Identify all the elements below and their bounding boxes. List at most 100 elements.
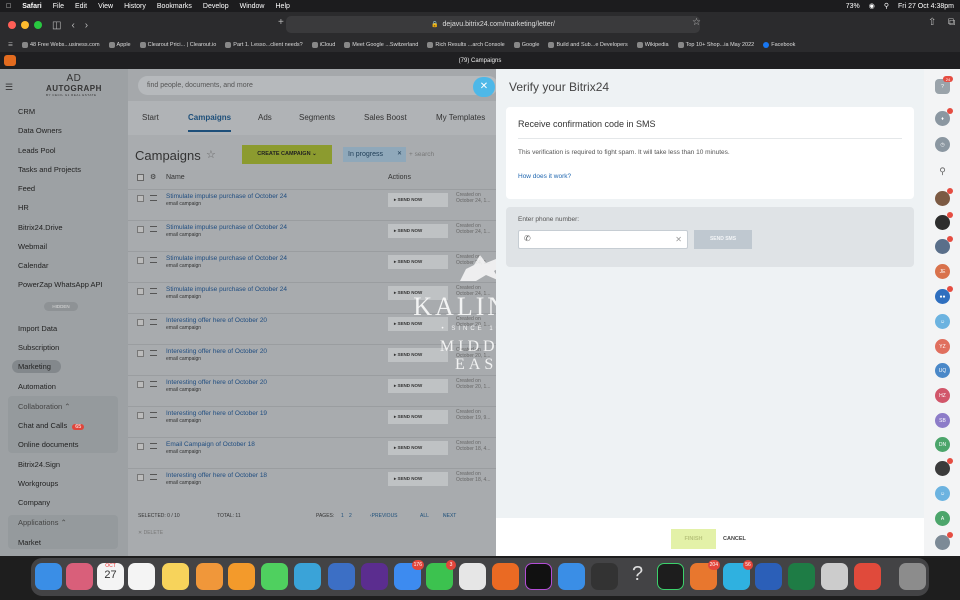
favorite-item[interactable]: Top 10+ Shop...ia May 2022 <box>677 42 754 48</box>
favorite-item[interactable]: iCloud <box>311 42 335 48</box>
zoom-window-button[interactable] <box>34 21 42 29</box>
send-now-button[interactable]: ▸ SEND NOW <box>388 410 448 424</box>
pycharm-icon[interactable] <box>657 563 684 590</box>
preview-icon[interactable] <box>821 563 848 590</box>
row-menu-icon[interactable] <box>150 257 157 263</box>
calendar-icon[interactable]: OCT 27 <box>97 563 124 590</box>
forward-icon[interactable]: › <box>85 20 88 31</box>
contact-avatar[interactable]: HZ <box>935 388 950 403</box>
row-menu-icon[interactable] <box>150 288 157 294</box>
next-page-link[interactable]: NEXT › <box>443 506 456 526</box>
sidebar-item-chat-and-calls[interactable]: Chat and Calls 65 <box>18 421 85 430</box>
contact-avatar[interactable]: JE <box>935 264 950 279</box>
back-icon[interactable]: ‹ <box>71 20 74 31</box>
close-window-button[interactable] <box>8 21 16 29</box>
bitrix24-icon[interactable]: 204 <box>690 560 720 590</box>
row-checkbox[interactable] <box>137 412 144 419</box>
share-icon[interactable]: ⇧ <box>928 17 936 28</box>
row-menu-icon[interactable] <box>150 381 157 387</box>
help-question-icon[interactable]: ? <box>624 563 651 590</box>
clear-icon[interactable]: ✕ <box>675 235 682 244</box>
row-checkbox[interactable] <box>137 226 144 233</box>
campaign-name-link[interactable]: Stimulate impulse purchase of October 24 <box>166 286 287 293</box>
contact-avatar[interactable]: ☺ <box>935 486 950 501</box>
tor-browser-icon[interactable] <box>361 563 388 590</box>
finish-button[interactable]: FINISH <box>671 529 716 549</box>
campaign-name-link[interactable]: Interesting offer here of October 20 <box>166 348 267 355</box>
contact-avatar[interactable]: ☺ <box>935 314 950 329</box>
books-icon[interactable] <box>196 563 223 590</box>
page-2-link[interactable]: 2 <box>349 506 352 526</box>
finder-icon[interactable] <box>35 563 62 590</box>
send-now-button[interactable]: ▸ SEND NOW <box>388 379 448 393</box>
menu-history[interactable]: History <box>124 3 146 10</box>
anydesk-icon[interactable] <box>854 563 881 590</box>
phpstorm-icon[interactable] <box>525 563 552 590</box>
settings-gear-icon[interactable]: ⚙ <box>150 173 156 181</box>
favorite-item[interactable]: Meet Google ...Switzerland <box>344 42 418 48</box>
sidebar-item-hr[interactable]: HR <box>18 203 29 212</box>
tab-start[interactable]: Start <box>142 113 159 122</box>
row-checkbox[interactable] <box>137 288 144 295</box>
favorite-item[interactable]: Facebook <box>763 42 795 48</box>
sidebar-item-calendar[interactable]: Calendar <box>18 261 48 270</box>
contact-avatar[interactable] <box>935 212 953 230</box>
contact-avatar[interactable] <box>935 188 953 206</box>
menu-develop[interactable]: Develop <box>203 3 229 10</box>
global-search-input[interactable]: find people, documents, and more <box>138 76 498 95</box>
how-does-it-work-link[interactable]: How does it work? <box>518 173 571 180</box>
favorites-menu-icon[interactable]: ☰ <box>8 42 13 48</box>
tabs-overview-icon[interactable]: ⧉ <box>948 17 955 28</box>
favorite-item[interactable]: Part 1. Lesso...client needs? <box>225 42 303 48</box>
group-chat-icon[interactable]: ●● <box>935 286 953 304</box>
launchpad-icon[interactable] <box>66 563 93 590</box>
whatsapp-icon[interactable]: 3 <box>426 560 456 590</box>
sidebar-item-subscription[interactable]: Subscription <box>18 343 59 352</box>
tab-campaigns[interactable]: Campaigns <box>188 113 232 132</box>
sidebar-item-import-data[interactable]: Import Data <box>18 324 57 333</box>
row-checkbox[interactable] <box>137 474 144 481</box>
row-menu-icon[interactable] <box>150 226 157 232</box>
sidebar-item-crm[interactable]: CRM <box>18 107 35 116</box>
favorite-item[interactable]: Apple <box>108 42 131 48</box>
help-icon[interactable]: ? 24 <box>935 76 953 94</box>
campaign-name-link[interactable]: Interesting offer here of October 19 <box>166 410 267 417</box>
trash-icon[interactable] <box>899 563 926 590</box>
page-1-link[interactable]: 1 <box>341 506 344 526</box>
row-menu-icon[interactable] <box>150 319 157 325</box>
close-slider-button[interactable]: ✕ <box>473 77 495 97</box>
sidebar-item-company[interactable]: Company <box>18 498 50 507</box>
address-bar[interactable]: 🔒 dejavu.bitrix24.com/marketing/letter/ <box>286 16 700 33</box>
campaign-name-link[interactable]: Interesting offer here of October 20 <box>166 379 267 386</box>
phone-number-input[interactable]: ✆ ✕ <box>518 230 688 249</box>
sidebar-item-feed[interactable]: Feed <box>18 184 35 193</box>
send-now-button[interactable]: ▸ SEND NOW <box>388 224 448 238</box>
send-now-button[interactable]: ▸ SEND NOW <box>388 193 448 207</box>
contact-avatar[interactable] <box>935 532 953 550</box>
favorite-item[interactable]: Build and Sub...e Developers <box>548 42 628 48</box>
tab-my-templates[interactable]: My Templates <box>436 113 485 122</box>
favorite-item[interactable]: Rich Results ...arch Console <box>427 42 505 48</box>
row-menu-icon[interactable] <box>150 350 157 356</box>
hamburger-menu-icon[interactable]: ☰ <box>5 82 13 93</box>
contact-avatar[interactable]: UQ <box>935 363 950 378</box>
notes-icon[interactable] <box>162 563 189 590</box>
previous-page-link[interactable]: ‹ PREVIOUS <box>370 506 398 526</box>
row-menu-icon[interactable] <box>150 474 157 480</box>
pages-icon[interactable] <box>228 563 255 590</box>
excel-icon[interactable] <box>788 563 815 590</box>
menu-window[interactable]: Window <box>240 3 265 10</box>
row-checkbox[interactable] <box>137 350 144 357</box>
reminders-icon[interactable] <box>128 563 155 590</box>
sidebar-item-workgroups[interactable]: Workgroups <box>18 479 58 488</box>
favorite-star-icon[interactable]: ☆ <box>206 148 216 161</box>
row-menu-icon[interactable] <box>150 195 157 201</box>
safari-icon[interactable] <box>558 563 585 590</box>
wifi-icon[interactable]: ◉ <box>869 2 875 10</box>
favorite-item[interactable]: Wikipedia <box>636 42 669 48</box>
minimize-window-button[interactable] <box>21 21 29 29</box>
menu-app-name[interactable]: Safari <box>22 3 41 10</box>
row-checkbox[interactable] <box>137 381 144 388</box>
send-now-button[interactable]: ▸ SEND NOW <box>388 441 448 455</box>
battery-percent[interactable]: 73% <box>846 3 860 10</box>
